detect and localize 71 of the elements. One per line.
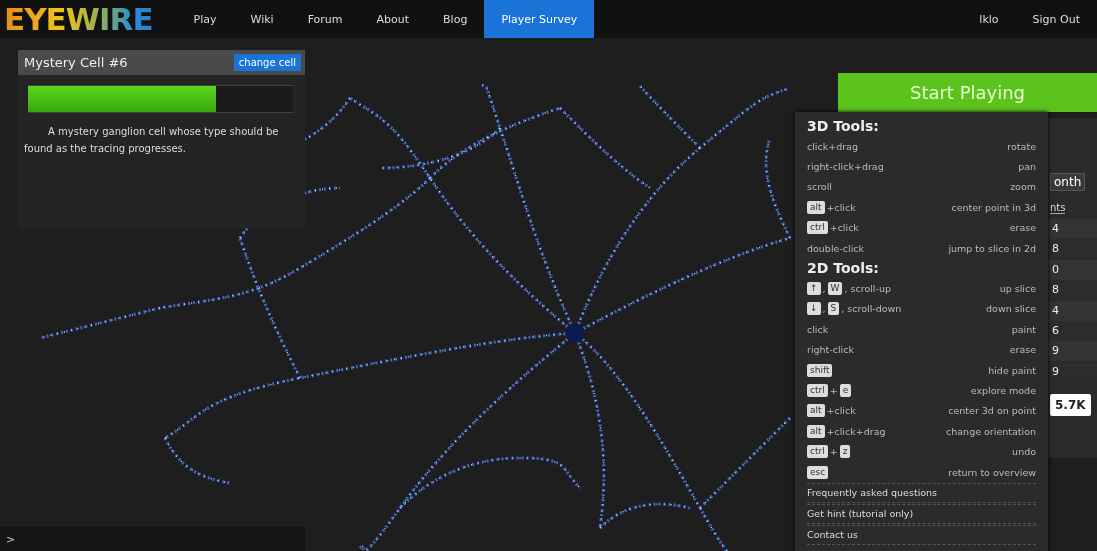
- help-link[interactable]: Frequently asked questions: [807, 483, 1036, 504]
- leaderboard-tab[interactable]: onth: [1050, 173, 1086, 191]
- score-cell: 4: [1048, 300, 1097, 321]
- shortcut-text: ,: [822, 303, 826, 315]
- section-heading: 2D Tools:: [807, 259, 880, 279]
- shortcut-text: click+drag: [807, 140, 858, 152]
- keyboard-key: ctrl: [807, 384, 828, 397]
- shortcut-action: undo: [1012, 446, 1036, 458]
- help-link[interactable]: Contact us: [807, 525, 1036, 546]
- nav-link[interactable]: About: [359, 0, 427, 38]
- shortcut-action: up slice: [999, 283, 1036, 295]
- keyboard-key: z: [839, 445, 851, 459]
- shortcut-action: down slice: [986, 303, 1036, 315]
- keyboard-key: W: [827, 282, 843, 296]
- keyboard-key: ctrl: [807, 221, 828, 235]
- shortcut-action: change orientation: [946, 425, 1036, 437]
- keyboard-key: shift: [807, 363, 833, 377]
- nav-link[interactable]: Blog: [426, 0, 485, 38]
- shortcut-action: jump to slice in 2d: [948, 242, 1036, 254]
- sign-out-link[interactable]: Sign Out: [1015, 0, 1097, 38]
- shortcut-action: center point in 3d: [951, 201, 1036, 213]
- shortcut-action: explore mode: [970, 385, 1036, 396]
- shortcut-action: pan: [1018, 161, 1036, 173]
- keyboard-key: alt: [807, 404, 825, 418]
- total-badge: 5.7K: [1050, 394, 1091, 416]
- keyboard-key: ↓: [807, 302, 821, 316]
- keyboard-key: esc: [807, 465, 829, 479]
- cell-description: A mystery ganglion cell whose type should be found as the tracing progresses.: [24, 125, 280, 156]
- keyboard-key: S: [827, 302, 840, 316]
- shortcut-text: , scroll-down: [841, 303, 902, 315]
- score-cell: 0: [1048, 259, 1097, 280]
- shortcut-action: rotate: [1007, 140, 1036, 152]
- shortcut-action: center 3d on point: [948, 405, 1036, 417]
- nav-link[interactable]: Wiki: [233, 0, 291, 38]
- column-header: nts: [1050, 202, 1066, 214]
- shortcut-text: right-click: [807, 344, 854, 356]
- chat-input-field[interactable]: >: [0, 527, 305, 551]
- shortcut-text: right-click+drag: [807, 161, 884, 173]
- shortcut-text: click: [807, 323, 829, 335]
- keyboard-key: alt: [807, 200, 825, 214]
- nav-link[interactable]: Forum: [290, 0, 360, 38]
- shortcut-text: +click+drag: [826, 425, 886, 437]
- shortcut-action: return to overview: [948, 466, 1036, 478]
- keyboard-key: e: [839, 384, 852, 397]
- nav-link[interactable]: Play: [176, 0, 234, 38]
- score-cell: 4: [1048, 219, 1097, 239]
- shortcut-text: double-click: [807, 242, 865, 254]
- shortcut-action: erase: [1009, 222, 1036, 234]
- shortcut-action: paint: [1011, 323, 1036, 335]
- shortcut-text: scroll: [807, 181, 832, 193]
- shortcut-text: +click: [826, 201, 856, 213]
- cell-title: Mystery Cell #6: [24, 55, 128, 70]
- help-link[interactable]: Get hint (tutorial only): [807, 504, 1036, 525]
- shortcut-action: hide paint: [988, 364, 1036, 376]
- shortcut-text: +click: [829, 222, 859, 234]
- change-cell-button[interactable]: change cell: [233, 54, 301, 71]
- chat-prompt: >: [5, 532, 16, 546]
- shortcut-text: +click: [826, 405, 856, 417]
- keyboard-key: ↑: [807, 282, 821, 296]
- shortcut-text: +: [829, 446, 838, 458]
- section-heading: 3D Tools:: [807, 117, 880, 136]
- score-cell: 9: [1048, 341, 1097, 362]
- shortcut-action: erase: [1009, 344, 1036, 356]
- nav-link[interactable]: Player Survey: [484, 0, 595, 38]
- shortcut-text: +: [829, 385, 838, 396]
- shortcut-text: , scroll-up: [844, 283, 891, 295]
- keyboard-key: ctrl: [807, 445, 828, 459]
- keyboard-key: alt: [807, 424, 825, 438]
- username-link[interactable]: lklo: [962, 0, 1016, 38]
- shortcut-action: zoom: [1010, 181, 1036, 193]
- shortcut-text: ,: [822, 283, 826, 295]
